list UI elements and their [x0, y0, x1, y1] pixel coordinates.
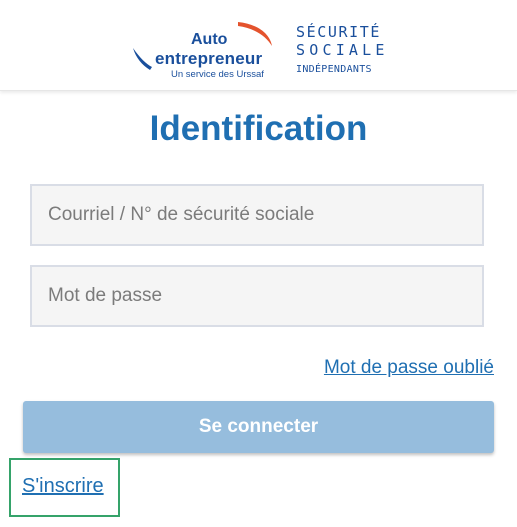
- logo-text-entrepreneur: entrepreneur: [155, 49, 263, 68]
- logo-text-securite: SÉCURITÉ: [296, 23, 382, 41]
- securite-sociale-independants-logo[interactable]: SÉCURITÉ SOCIALE INDÉPENDANTS: [293, 24, 393, 80]
- logo-tagline: Un service des Urssaf: [171, 69, 264, 80]
- logo-text-auto: Auto: [191, 31, 228, 48]
- site-header: Auto entrepreneur Un service des Urssaf …: [0, 0, 517, 91]
- page-title: Identification: [149, 109, 368, 148]
- forgot-password-link[interactable]: Mot de passe oublié: [324, 356, 494, 380]
- password-field[interactable]: [30, 265, 484, 327]
- logo-text-independants: INDÉPENDANTS: [296, 64, 372, 75]
- register-link[interactable]: S'inscrire: [22, 474, 104, 498]
- auto-entrepreneur-logo[interactable]: Auto entrepreneur Un service des Urssaf: [130, 20, 275, 82]
- email-field[interactable]: [30, 184, 484, 246]
- login-button[interactable]: Se connecter: [23, 401, 494, 453]
- logo-text-sociale: SOCIALE: [296, 41, 389, 59]
